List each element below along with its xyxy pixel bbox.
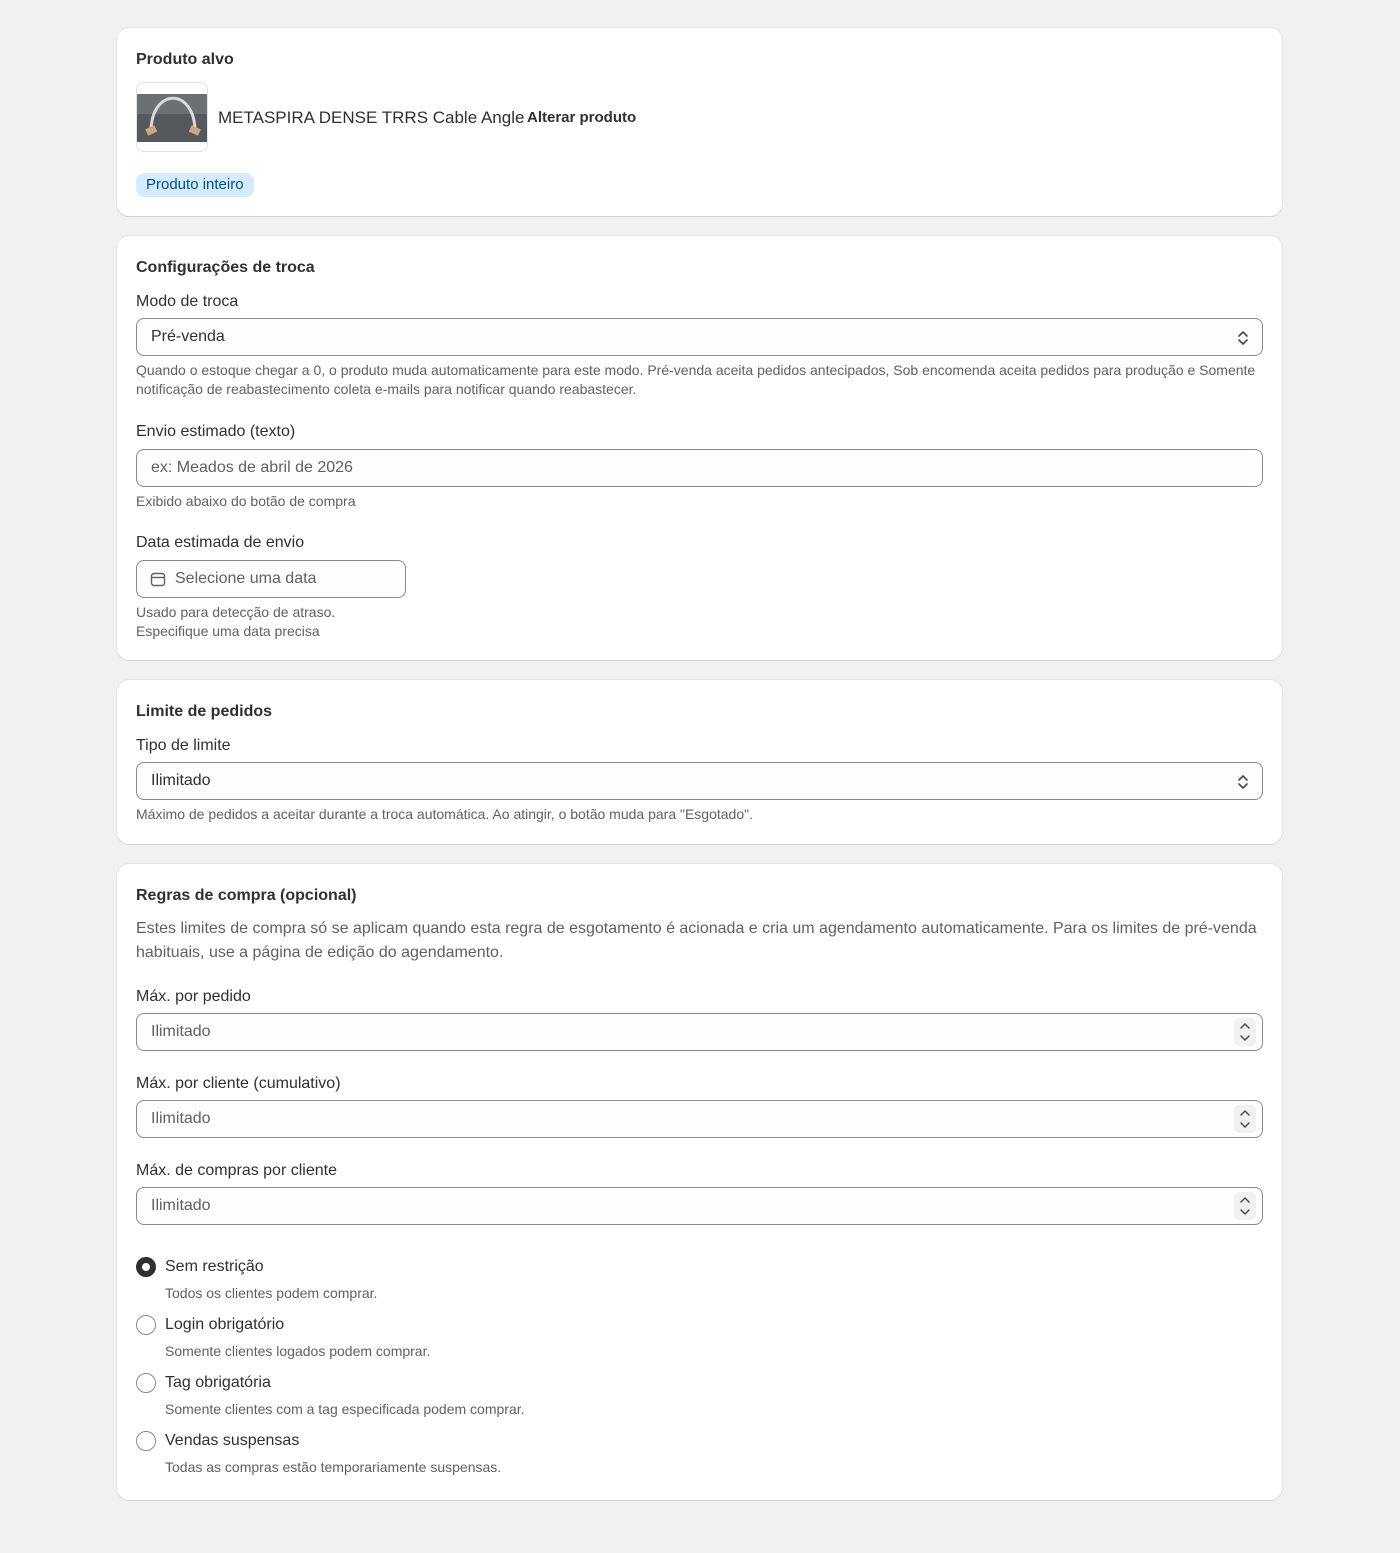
chevron-down-icon [1240, 1122, 1250, 1129]
radio-description: Somente clientes com a tag especificada … [165, 1401, 525, 1417]
radio-label: Vendas suspensas [165, 1432, 300, 1449]
shipping-date-label: Data estimada de envio [136, 534, 305, 551]
mode-select-value: Pré-venda [151, 328, 225, 345]
radio-label: Login obrigatório [165, 1316, 285, 1333]
chevron-down-icon [1240, 1209, 1250, 1216]
limit-type-label: Tipo de limite [136, 737, 231, 754]
shipping-date-help-1: Usado para detecção de atraso. [136, 604, 336, 620]
max-per-order-placeholder: Ilimitado [151, 1023, 211, 1040]
mode-select[interactable]: Pré-venda [136, 318, 1263, 356]
exchange-settings-card: Configurações de troca Modo de troca Pré… [117, 236, 1282, 660]
select-chevron-icon [1238, 331, 1248, 345]
max-purchases-label: Máx. de compras por cliente [136, 1162, 337, 1179]
select-chevron-icon [1238, 775, 1248, 789]
max-per-order-input[interactable]: Ilimitado [136, 1013, 1263, 1051]
product-thumbnail [136, 82, 208, 152]
radio-label: Tag obrigatória [165, 1374, 271, 1391]
number-stepper[interactable] [1234, 1018, 1256, 1046]
mode-help: Quando o estoque chegar a 0, o produto m… [136, 362, 1256, 397]
radio-login-required[interactable] [136, 1315, 156, 1335]
number-stepper[interactable] [1234, 1105, 1256, 1133]
chevron-up-icon [1240, 1109, 1250, 1116]
card-title: Produto alvo [136, 51, 234, 68]
radio-sales-suspended[interactable] [136, 1431, 156, 1451]
max-per-customer-placeholder: Ilimitado [151, 1110, 211, 1127]
shipping-date-placeholder: Selecione uma data [175, 570, 317, 587]
card-title: Configurações de troca [136, 259, 315, 276]
scope-badge: Produto inteiro [136, 173, 254, 197]
radio-description: Todos os clientes podem comprar. [165, 1285, 378, 1301]
chevron-up-icon [1240, 1022, 1250, 1029]
shipping-date-picker[interactable]: Selecione uma data [136, 560, 406, 598]
purchase-rules-card: Regras de compra (opcional) Estes limite… [117, 864, 1282, 1500]
shipping-text-help: Exibido abaixo do botão de compra [136, 493, 356, 509]
max-per-customer-input[interactable]: Ilimitado [136, 1100, 1263, 1138]
radio-description: Somente clientes logados podem comprar. [165, 1343, 431, 1359]
number-stepper[interactable] [1234, 1192, 1256, 1220]
max-per-customer-label: Máx. por cliente (cumulativo) [136, 1075, 341, 1092]
chevron-down-icon [1240, 1035, 1250, 1042]
calendar-icon [150, 572, 166, 587]
cable-image-icon [137, 94, 207, 142]
card-title: Regras de compra (opcional) [136, 887, 357, 904]
limit-type-value: Ilimitado [151, 772, 211, 789]
radio-label: Sem restrição [165, 1258, 264, 1275]
card-title: Limite de pedidos [136, 703, 273, 720]
mode-label: Modo de troca [136, 293, 239, 310]
purchase-rules-description: Estes limites de compra só se aplicam qu… [136, 920, 1257, 961]
change-product-button[interactable]: Alterar produto [527, 109, 636, 126]
radio-tag-required[interactable] [136, 1373, 156, 1393]
radio-no-restriction[interactable] [136, 1257, 156, 1277]
shipping-text-label: Envio estimado (texto) [136, 423, 296, 440]
order-limit-card: Limite de pedidos Tipo de limite Ilimita… [117, 680, 1282, 844]
shipping-text-input[interactable]: ex: Meados de abril de 2026 [136, 449, 1263, 487]
max-purchases-placeholder: Ilimitado [151, 1197, 211, 1214]
max-per-order-label: Máx. por pedido [136, 988, 251, 1005]
shipping-text-placeholder: ex: Meados de abril de 2026 [151, 459, 353, 476]
limit-help: Máximo de pedidos a aceitar durante a tr… [136, 806, 753, 822]
target-product-card: Produto alvo METASPIRA DENSE TRRS Cable … [117, 28, 1282, 216]
shipping-date-help-2: Especifique uma data precisa [136, 623, 320, 639]
max-purchases-input[interactable]: Ilimitado [136, 1187, 1263, 1225]
chevron-up-icon [1240, 1196, 1250, 1203]
product-name: METASPIRA DENSE TRRS Cable Angle [218, 108, 525, 127]
limit-type-select[interactable]: Ilimitado [136, 762, 1263, 800]
radio-description: Todas as compras estão temporariamente s… [165, 1459, 502, 1475]
